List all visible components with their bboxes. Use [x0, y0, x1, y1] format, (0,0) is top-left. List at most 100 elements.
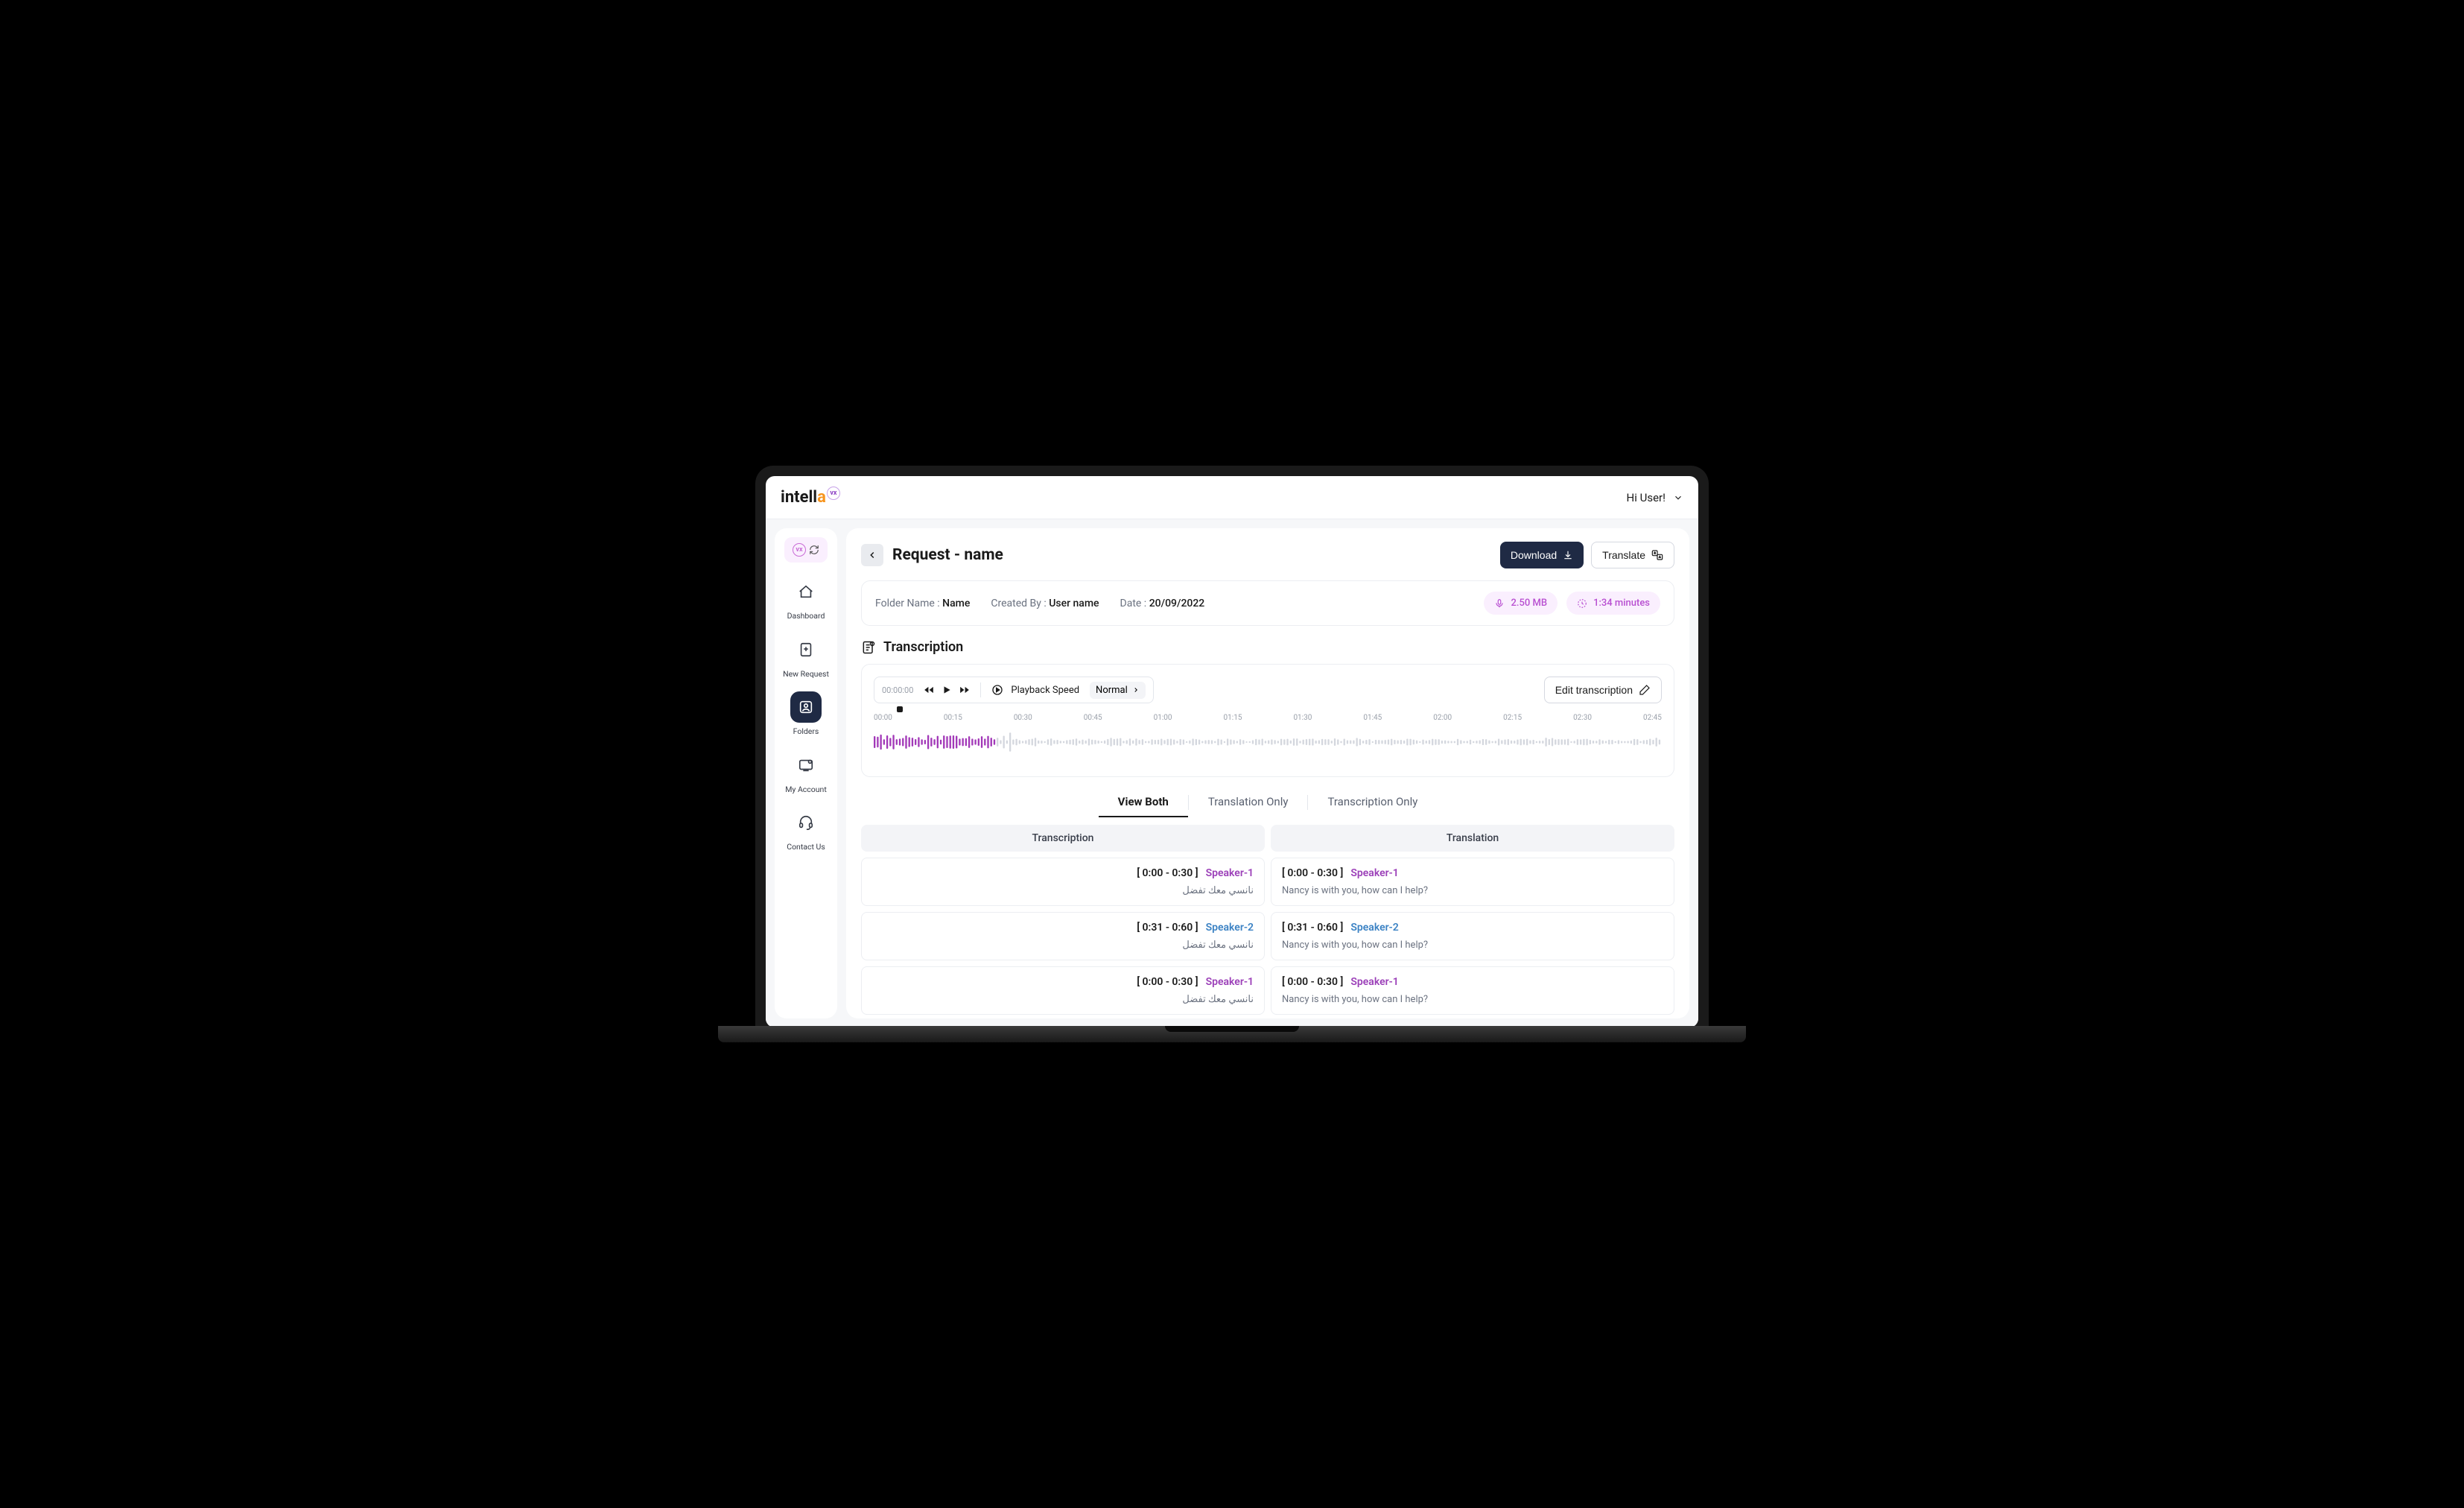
segment-speaker: Speaker-1: [1350, 867, 1398, 879]
tick: 00:15: [944, 714, 962, 722]
segment-speaker: Speaker-2: [1350, 922, 1398, 934]
tick: 01:30: [1293, 714, 1312, 722]
main-panel: Request - name Download Translate: [846, 528, 1689, 1018]
tick: 02:15: [1503, 714, 1522, 722]
chevron-left-icon: [867, 550, 877, 560]
edit-label: Edit transcription: [1555, 684, 1633, 696]
sidebar-item-new-request[interactable]: New Request: [779, 634, 833, 679]
segment-range: [ 0:31 - 0:60 ]: [1137, 922, 1198, 934]
transcription-icon: [861, 640, 876, 655]
size-value: 2.50 MB: [1511, 598, 1547, 609]
waveform-track[interactable]: [874, 726, 1662, 758]
download-button[interactable]: Download: [1500, 542, 1584, 568]
sidebar-item-account[interactable]: My Account: [779, 750, 833, 794]
new-request-icon: [798, 641, 814, 658]
duration-value: 1:34 minutes: [1593, 598, 1650, 609]
translation-column: Translation [ 0:00 - 0:30 ] Speaker-1 Nan…: [1271, 825, 1674, 1015]
speed-value: Normal: [1096, 685, 1128, 696]
segment-text: نانسي معك تفضل: [872, 885, 1254, 896]
sidebar-label: New Request: [783, 670, 829, 679]
date-label: Date :: [1120, 598, 1147, 609]
segment-speaker: Speaker-1: [1206, 867, 1254, 879]
segment-range: [ 0:00 - 0:30 ]: [1137, 976, 1198, 988]
sidebar-label: My Account: [785, 785, 827, 794]
player-controls: 00:00:00 Playback Speed: [874, 677, 1154, 703]
topbar: intellavx Hi User!: [766, 476, 1698, 519]
tick: 02:00: [1433, 714, 1452, 722]
segment-range: [ 0:00 - 0:30 ]: [1137, 867, 1198, 879]
segment[interactable]: [ 0:00 - 0:30 ] Speaker-1 نانسي معك تفضل: [861, 858, 1265, 906]
mic-icon: [1494, 598, 1505, 609]
section-title: Transcription: [883, 639, 963, 655]
folders-icon: [798, 699, 814, 715]
size-pill: 2.50 MB: [1484, 592, 1558, 615]
translate-label: Translate: [1602, 549, 1645, 561]
tick: 01:00: [1154, 714, 1172, 722]
brand-logo: intellavx: [781, 488, 840, 507]
folder-label: Folder Name :: [875, 598, 940, 609]
tick: 01:45: [1363, 714, 1382, 722]
segment-text: Nancy is with you, how can I help?: [1282, 940, 1663, 951]
sidebar-item-dashboard[interactable]: Dashboard: [779, 576, 833, 621]
timeline: 00:00 00:15 00:30 00:45 01:00 01:15 01:3…: [874, 714, 1662, 722]
skip-back-icon[interactable]: [924, 685, 934, 695]
segment-range: [ 0:31 - 0:60 ]: [1282, 922, 1343, 934]
segment-range: [ 0:00 - 0:30 ]: [1282, 976, 1343, 988]
sidebar-item-contact[interactable]: Contact Us: [779, 807, 833, 852]
meta-bar: Folder Name : Name Created By : User nam…: [861, 580, 1674, 626]
tab-transcription-only[interactable]: Transcription Only: [1308, 788, 1437, 817]
segment-speaker: Speaker-1: [1350, 976, 1398, 988]
created-value: User name: [1049, 598, 1099, 609]
segment[interactable]: [ 0:31 - 0:60 ] Speaker-2نانسي معك تفضل: [861, 912, 1265, 960]
tick: 00:00: [874, 714, 892, 722]
audio-player: 00:00:00 Playback Speed: [861, 664, 1674, 777]
tick: 02:30: [1573, 714, 1592, 722]
tab-view-both[interactable]: View Both: [1099, 788, 1188, 817]
headset-icon: [798, 814, 814, 831]
clock-icon: [1577, 598, 1587, 609]
translate-button[interactable]: Translate: [1591, 542, 1674, 568]
refresh-icon: [809, 545, 819, 555]
sidebar-label: Folders: [793, 727, 819, 736]
sidebar-item-folders[interactable]: Folders: [779, 691, 833, 736]
edit-transcription-button[interactable]: Edit transcription: [1544, 677, 1662, 703]
segment[interactable]: [ 0:00 - 0:30 ] Speaker-1Nancy is with y…: [1271, 858, 1674, 906]
tick: 02:45: [1643, 714, 1662, 722]
tab-translation-only[interactable]: Translation Only: [1189, 788, 1308, 817]
tick: 01:15: [1224, 714, 1242, 722]
play-icon[interactable]: [942, 685, 952, 695]
sidebar-brand-tile[interactable]: vx: [784, 537, 828, 563]
section-header: Transcription: [861, 639, 1674, 655]
segment[interactable]: [ 0:00 - 0:30 ] Speaker-1 Nancy is with y…: [1271, 966, 1674, 1015]
account-icon: [798, 757, 814, 773]
brand-badge: vx: [827, 487, 840, 500]
back-button[interactable]: [861, 544, 883, 566]
pencil-icon: [1639, 684, 1651, 696]
segment[interactable]: [ 0:31 - 0:60 ] Speaker-2 Nancy is with y…: [1271, 912, 1674, 960]
date-value: 20/09/2022: [1149, 598, 1205, 609]
page-title: Request - name: [892, 546, 1003, 564]
user-menu[interactable]: Hi User!: [1627, 491, 1683, 504]
segment[interactable]: [ 0:00 - 0:30 ] Speaker-1 نانسي معك تفضل: [861, 966, 1265, 1015]
segment-text: نانسي معك تفضل: [872, 994, 1254, 1005]
tick: 00:45: [1084, 714, 1102, 722]
playback-label: Playback Speed: [1011, 685, 1079, 696]
segment-speaker: Speaker-1: [1206, 976, 1254, 988]
col-header-translation: Translation: [1271, 825, 1674, 852]
sidebar-label: Contact Us: [787, 843, 825, 852]
sidebar-label: Dashboard: [787, 612, 825, 621]
user-greeting: Hi User!: [1627, 491, 1666, 504]
transcription-column: Transcription [ 0:00 - 0:30 ] Speaker-1ن…: [861, 825, 1265, 1015]
folder-value: Name: [942, 598, 970, 609]
segment-text: Nancy is with you, how can I help?: [1282, 994, 1663, 1005]
segment-text: نانسي معك تفضل: [872, 940, 1254, 951]
created-label: Created By :: [991, 598, 1046, 609]
chevron-down-icon: [1673, 492, 1683, 503]
duration-pill: 1:34 minutes: [1566, 592, 1660, 615]
playhead-marker[interactable]: [897, 706, 903, 712]
segment-range: [ 0:00 - 0:30 ]: [1282, 867, 1343, 879]
home-icon: [798, 583, 814, 600]
waveform-icon: [874, 726, 1662, 758]
speed-select[interactable]: Normal: [1090, 682, 1146, 699]
skip-forward-icon[interactable]: [959, 685, 970, 695]
